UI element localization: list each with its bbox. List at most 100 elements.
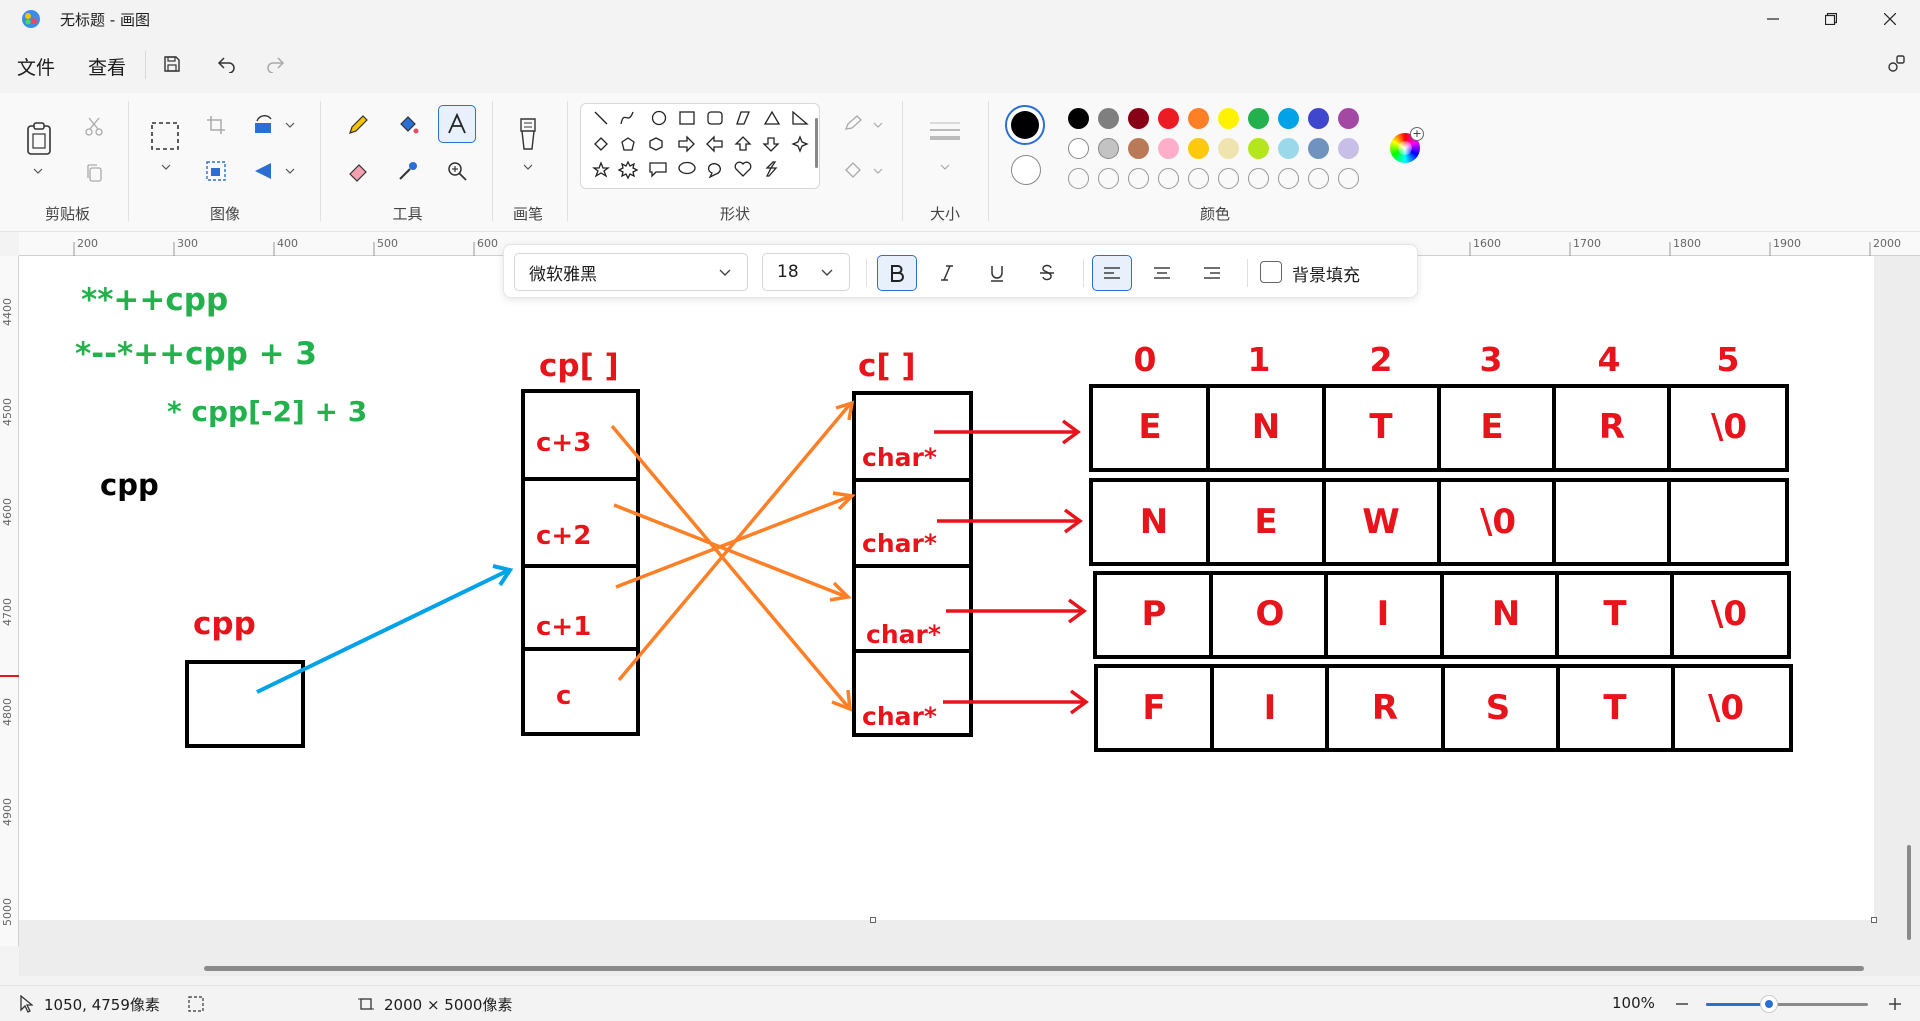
zoom-in-icon[interactable] [1885,994,1905,1014]
swatch-rose[interactable] [1158,138,1179,159]
index-label: 4 [1597,340,1621,379]
swatch-custom-empty[interactable] [1098,168,1119,189]
share-icon[interactable] [1882,50,1910,78]
primary-color[interactable] [1005,105,1045,145]
ruler-v-label: 4900 [1,798,14,826]
rotate-icon[interactable] [250,111,278,139]
shape-fill-chevron-icon[interactable] [870,163,886,179]
secondary-color[interactable] [1011,155,1041,185]
pencil-icon[interactable] [342,109,374,141]
italic-button[interactable] [927,255,967,291]
resize-handle-corner[interactable] [1871,917,1877,923]
flip-icon[interactable] [250,157,278,185]
underline-button[interactable] [977,255,1017,291]
outline-chevron-icon[interactable] [870,117,886,133]
zoom-out-icon[interactable] [1672,994,1692,1014]
save-icon[interactable] [158,50,186,78]
align-left-button[interactable] [1092,255,1132,291]
paste-chevron-icon[interactable] [30,163,46,179]
swatch-light-gray[interactable] [1098,138,1119,159]
align-center-button[interactable] [1142,255,1182,291]
resize-icon[interactable] [202,157,230,185]
stroke-size-icon[interactable] [924,115,966,149]
swatch-custom-empty[interactable] [1128,168,1149,189]
crop-icon[interactable] [202,111,230,139]
swatch-green[interactable] [1248,108,1269,129]
swatch-custom-empty[interactable] [1068,168,1089,189]
swatch-light-turquoise[interactable] [1278,138,1299,159]
swatch-orange[interactable] [1188,108,1209,129]
menu-view[interactable]: 查看 [88,53,126,80]
brush-icon[interactable] [510,115,546,155]
color-picker-icon[interactable] [392,155,424,187]
background-fill-checkbox[interactable] [1260,261,1282,283]
swatch-lavender[interactable] [1338,138,1359,159]
zoom-level: 100% [1612,994,1655,1012]
swatch-blue-gray[interactable] [1308,138,1329,159]
text-tool-icon[interactable] [438,105,476,143]
swatch-gray[interactable] [1098,108,1119,129]
size-chevron-icon[interactable] [937,159,953,175]
brush-chevron-icon[interactable] [520,159,536,175]
swatch-custom-empty[interactable] [1338,168,1359,189]
font-family-dropdown[interactable]: 微软雅黑 [514,253,748,291]
redo-icon[interactable] [262,50,290,78]
ruler-h-label: 2000 [1873,237,1901,250]
select-chevron-icon[interactable] [158,159,174,175]
ruler-v-label: 4800 [1,698,14,726]
swatch-purple[interactable] [1338,108,1359,129]
cpp-box [185,660,305,748]
edit-colors-icon[interactable]: + [1390,127,1424,163]
outline-icon[interactable] [840,111,866,137]
swatch-custom-empty[interactable] [1248,168,1269,189]
swatch-light-yellow[interactable] [1218,138,1239,159]
c-cell-label: char* [862,529,937,558]
swatch-red[interactable] [1158,108,1179,129]
eraser-icon[interactable] [342,155,374,187]
swatch-custom-empty[interactable] [1218,168,1239,189]
swatch-dark-red[interactable] [1128,108,1149,129]
swatch-custom-empty[interactable] [1308,168,1329,189]
paint-app-icon [20,8,42,30]
restore-button[interactable] [1802,0,1860,37]
swatch-indigo[interactable] [1308,108,1329,129]
string-cell: \0 [1479,502,1517,542]
swatch-custom-empty[interactable] [1188,168,1209,189]
bold-button[interactable] [877,255,917,291]
swatch-brown[interactable] [1128,138,1149,159]
italic-icon [941,265,953,281]
undo-icon[interactable] [212,50,240,78]
magnifier-icon[interactable] [441,155,473,187]
shapes-grid[interactable] [581,104,821,190]
swatch-custom-empty[interactable] [1158,168,1179,189]
swatch-custom-empty[interactable] [1278,168,1299,189]
close-button[interactable] [1860,0,1920,37]
rotate-chevron-icon[interactable] [282,117,298,133]
swatch-yellow[interactable] [1218,108,1239,129]
align-right-button[interactable] [1192,255,1232,291]
zoom-slider-track[interactable] [1706,1003,1868,1006]
note-expression: *--*++cpp + 3 [75,336,317,372]
menu-file[interactable]: 文件 [17,53,55,80]
vertical-scrollbar[interactable] [1907,845,1911,940]
zoom-slider-thumb[interactable] [1760,995,1778,1013]
swatch-lime[interactable] [1248,138,1269,159]
fill-icon[interactable] [392,109,424,141]
shape-fill-icon[interactable] [840,157,866,183]
paste-icon[interactable] [22,119,56,159]
strikethrough-button[interactable] [1027,255,1067,291]
cut-icon[interactable] [80,113,108,141]
swatch-black[interactable] [1068,108,1089,129]
swatch-gold[interactable] [1188,138,1209,159]
copy-icon[interactable] [80,159,108,187]
flip-chevron-icon[interactable] [282,163,298,179]
font-size-dropdown[interactable]: 18 [762,253,850,291]
drawing-canvas[interactable]: **++cpp *--*++cpp + 3 * cpp[-2] + 3 cpp … [19,256,1874,920]
shapes-gallery [580,103,820,189]
swatch-white[interactable] [1068,138,1089,159]
resize-handle-bottom[interactable] [870,917,876,923]
horizontal-scrollbar[interactable] [204,966,1864,971]
swatch-turquoise[interactable] [1278,108,1299,129]
select-icon[interactable] [148,119,182,153]
minimize-button[interactable] [1744,0,1802,37]
